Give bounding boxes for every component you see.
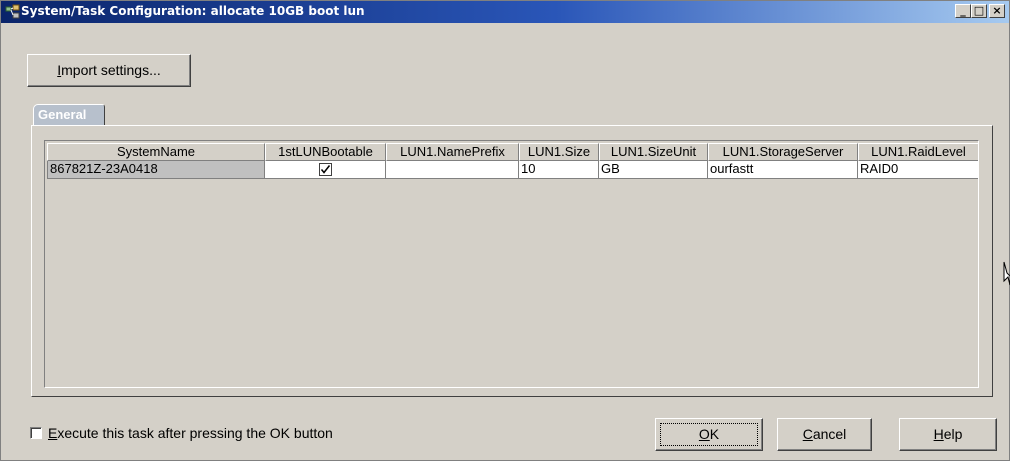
- minimize-button[interactable]: _: [955, 4, 971, 18]
- cell-lun1-size[interactable]: 10: [519, 161, 599, 179]
- config-table[interactable]: SystemName 1stLUNBootable LUN1.NamePrefi…: [44, 140, 979, 388]
- app-icon: [5, 4, 21, 20]
- focus-ring: [660, 423, 758, 446]
- checkmark-icon: [320, 165, 330, 174]
- import-settings-button[interactable]: Import settings...: [27, 54, 191, 87]
- close-button[interactable]: ×: [989, 4, 1005, 18]
- cell-1stlunbootable[interactable]: [265, 161, 386, 179]
- cancel-button[interactable]: Cancel: [777, 418, 872, 451]
- maximize-button[interactable]: □: [971, 4, 987, 18]
- execute-task-checkbox[interactable]: [30, 427, 42, 439]
- tab-general[interactable]: General: [33, 104, 105, 126]
- cell-lun1-sizeunit[interactable]: GB: [599, 161, 708, 179]
- maximize-icon: □: [973, 4, 985, 17]
- column-header-lun1-size[interactable]: LUN1.Size: [519, 143, 599, 161]
- close-icon: ×: [992, 4, 1002, 17]
- column-header-lun1-storageserver[interactable]: LUN1.StorageServer: [708, 143, 858, 161]
- ok-button[interactable]: OK: [655, 418, 763, 451]
- column-header-systemname[interactable]: SystemName: [47, 143, 265, 161]
- cell-lun1-nameprefix[interactable]: [386, 161, 519, 179]
- minimize-icon: _: [960, 4, 966, 17]
- import-label: mport settings...: [61, 62, 161, 78]
- table-row[interactable]: 867821Z-23A0418 10 GB ourfastt RAID0: [47, 161, 978, 179]
- tab-general-label: General: [38, 107, 87, 122]
- config-dialog-window: System/Task Configuration: allocate 10GB…: [0, 0, 1010, 461]
- bootable-checkbox[interactable]: [318, 163, 332, 176]
- execute-task-option[interactable]: Execute this task after pressing the OK …: [30, 425, 333, 441]
- column-header-1stlunbootable[interactable]: 1stLUNBootable: [265, 143, 386, 161]
- window-title: System/Task Configuration: allocate 10GB…: [21, 4, 365, 18]
- execute-task-label: Execute this task after pressing the OK …: [48, 425, 333, 441]
- column-header-lun1-sizeunit[interactable]: LUN1.SizeUnit: [599, 143, 708, 161]
- help-button[interactable]: Help: [899, 418, 997, 451]
- table-header-row: SystemName 1stLUNBootable LUN1.NamePrefi…: [47, 143, 978, 161]
- cell-lun1-raidlevel[interactable]: RAID0: [858, 161, 978, 179]
- column-header-lun1-nameprefix[interactable]: LUN1.NamePrefix: [386, 143, 519, 161]
- help-label: Help: [933, 426, 963, 442]
- cell-lun1-storageserver[interactable]: ourfastt: [708, 161, 858, 179]
- title-bar[interactable]: System/Task Configuration: allocate 10GB…: [1, 1, 1009, 23]
- cancel-label: Cancel: [802, 426, 847, 442]
- resize-cursor-icon: [1003, 261, 1010, 290]
- cell-systemname[interactable]: 867821Z-23A0418: [47, 161, 265, 179]
- column-header-lun1-raidlevel[interactable]: LUN1.RaidLevel: [858, 143, 978, 161]
